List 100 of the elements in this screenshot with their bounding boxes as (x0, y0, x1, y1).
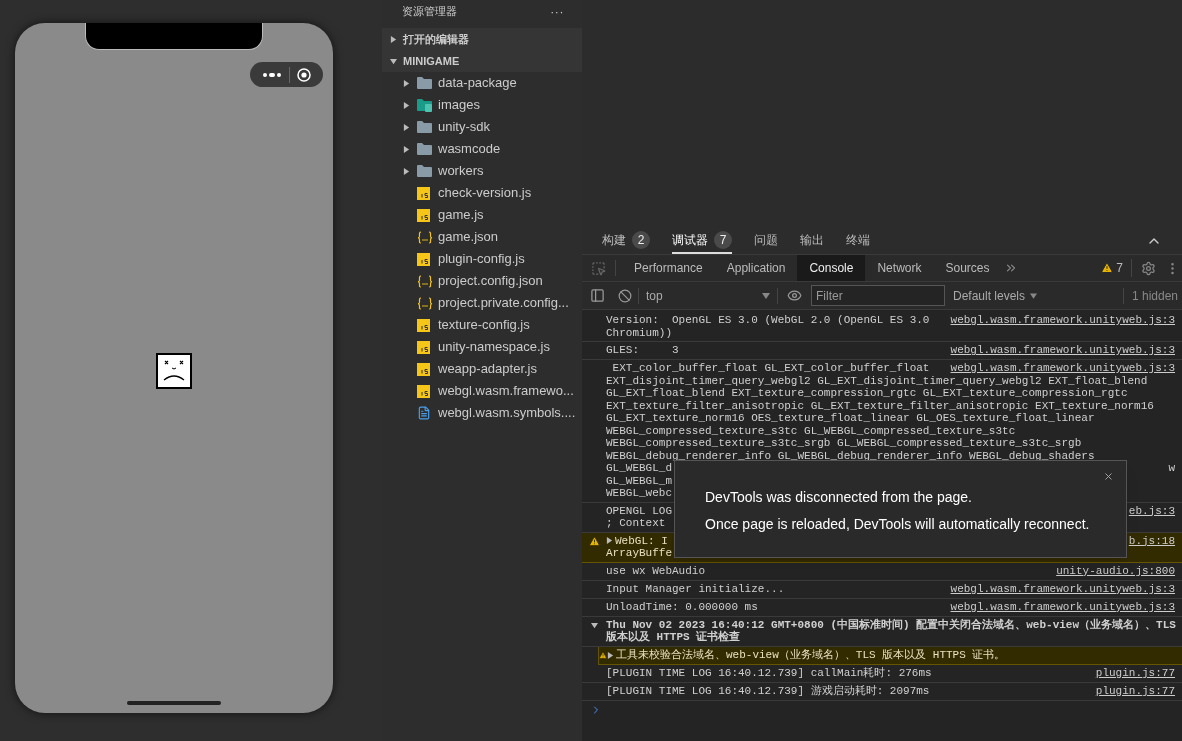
log-text: GL_EXT_texture_norm16 OES_texture_float_linear GL_OES_texture_float_linear (606, 412, 1095, 425)
file-tree-item[interactable]: game.js (382, 204, 582, 226)
source-link[interactable]: b.js:18 (1128, 534, 1175, 547)
file-tree-item[interactable]: webgl.wasm.framewo... (382, 380, 582, 402)
sidebar-toggle-icon[interactable] (590, 288, 605, 303)
collapsed-arrow-icon[interactable] (607, 651, 614, 659)
folder-icon (417, 121, 432, 133)
file-tree-item[interactable]: project.config.json (382, 270, 582, 292)
js-file-icon (417, 318, 430, 332)
settings-icon[interactable] (1141, 260, 1156, 276)
js-file-icon (417, 186, 430, 200)
log-text: GL_WEBGL_m (606, 474, 672, 487)
panel-tab[interactable]: 问题 (754, 228, 778, 254)
section-header[interactable]: MINIGAME (382, 50, 582, 72)
file-tree-item[interactable]: webgl.wasm.symbols.... (382, 402, 582, 424)
file-tree-item[interactable]: plugin-config.js (382, 248, 582, 270)
log-text: [PLUGIN TIME LOG 16:40.12.739] 游戏启动耗时: 2097ms (606, 684, 930, 698)
devtools-tab[interactable]: Performance (622, 255, 715, 281)
panel-tab[interactable]: 构建 2 (602, 228, 650, 254)
source-link[interactable]: plugin.js:77 (1095, 684, 1175, 698)
collapsed-arrow-icon[interactable] (606, 537, 613, 545)
source-link[interactable]: webgl.wasm.framework.unityweb.js:3 (950, 344, 1175, 357)
file-tree-item[interactable]: weapp-adapter.js (382, 358, 582, 380)
collapsed-arrow-icon[interactable] (390, 35, 397, 43)
file-tree-item[interactable]: game.json (382, 226, 582, 248)
source-link[interactable]: webgl.wasm.framework.unityweb.js:3 (950, 600, 1175, 614)
warning-count[interactable]: 7 (1116, 259, 1123, 277)
log-text: use wx WebAudio (606, 564, 706, 578)
filter-field[interactable]: Filter (811, 285, 945, 306)
log-text: EXT_color_buffer_float GL_EXT_color_buffer_float (611, 362, 930, 375)
log-text: WEBGL_compressed_texture_s3tc_srgb GL_WEBGL_compressed_texture_s3tc_srgb (606, 437, 1082, 450)
file-tree-item[interactable]: texture-config.js (382, 314, 582, 336)
section-header[interactable]: 打开的编辑器 (382, 28, 582, 50)
log-text: WEBGL_compressed_texture_s3tc GL_WEBGL_compressed_texture_s3tc (606, 424, 1016, 437)
file-tree-item[interactable]: unity-sdk (382, 116, 582, 138)
json-file-icon (417, 274, 433, 288)
js-file-icon (417, 362, 430, 376)
panel-tab[interactable]: 终端 (846, 228, 870, 254)
log-text: WebGL: I (615, 534, 668, 547)
folder-icon (417, 165, 432, 177)
log-text: Input Manager initialize... (606, 582, 785, 596)
file-tree-item[interactable]: project.private.config... (382, 292, 582, 314)
close-icon[interactable] (1103, 471, 1114, 482)
live-expression-icon[interactable] (787, 288, 802, 303)
inspect-icon[interactable] (591, 260, 606, 276)
expanded-arrow-icon[interactable] (590, 621, 598, 629)
log-text: ArrayBuffe (606, 547, 672, 560)
log-text: GLES: 3 (606, 344, 679, 357)
log-text: 版本以及 HTTPS 证书检查 (606, 631, 741, 644)
source-link[interactable]: webgl.wasm.framework.unityweb.js:3 (950, 314, 1175, 327)
js-file-icon (417, 340, 430, 354)
file-icon (417, 406, 431, 420)
close-circle-icon[interactable] (297, 67, 312, 82)
log-text: WEBGL_debug_renderer_info GL_WEBGL_debug_renderer_info WEBGL_debug_shaders (606, 449, 1095, 462)
clear-console-icon[interactable] (618, 288, 632, 303)
dialog-message: Once page is reloaded, DevTools will automatically reconnect. (705, 516, 1091, 532)
image-folder-icon (417, 98, 432, 112)
devtools-tab[interactable]: Application (714, 255, 798, 281)
file-tree-item[interactable]: unity-namespace.js (382, 336, 582, 358)
js-file-icon (417, 252, 430, 266)
hidden-count: 1 hidden (1131, 287, 1179, 305)
folder-icon (417, 77, 432, 89)
source-link[interactable]: webgl.wasm.framework.unityweb.js:3 (950, 362, 1175, 375)
file-tree-item[interactable]: workers (382, 160, 582, 182)
log-levels-dropdown[interactable]: Default levels (953, 286, 1038, 305)
collapsed-arrow-icon[interactable] (403, 79, 410, 87)
warning-icon (588, 535, 600, 547)
file-tree-item[interactable]: images (382, 94, 582, 116)
source-link[interactable]: eb.js:3 (1128, 504, 1175, 517)
log-text: [PLUGIN TIME LOG 16:40.12.739] callMain耗时: 276ms (606, 666, 932, 680)
log-text: w (1168, 462, 1175, 475)
collapsed-arrow-icon[interactable] (403, 123, 410, 131)
capsule-button[interactable] (250, 62, 323, 87)
log-text: 工具未校验合法域名、web-view（业务域名）、TLS 版本以及 HTTPS 证书。 (616, 648, 1006, 662)
log-text: WEBGL_webc (606, 487, 672, 500)
source-link[interactable]: webgl.wasm.framework.unityweb.js:3 (950, 582, 1175, 596)
sad-face-icon (156, 353, 192, 389)
collapsed-arrow-icon[interactable] (403, 101, 410, 109)
more-icon[interactable] (261, 71, 282, 78)
dropdown-caret-icon (1030, 292, 1038, 299)
js-file-icon (417, 208, 430, 222)
source-link[interactable]: plugin.js:77 (1095, 666, 1175, 680)
dropdown-caret-icon (762, 292, 770, 299)
collapsed-arrow-icon[interactable] (403, 167, 410, 175)
collapsed-arrow-icon[interactable] (403, 145, 410, 153)
panel-tab[interactable]: 输出 (800, 228, 824, 254)
log-text: Thu Nov 02 2023 16:40:12 GMT+0800 (中国标准时间) 配置中关闭合法域名、web-view（业务域名）、TLS (606, 618, 1176, 631)
devtools-tab[interactable]: Console (797, 255, 866, 281)
devtools-tab[interactable]: Network (865, 255, 934, 281)
file-tree-item[interactable]: check-version.js (382, 182, 582, 204)
file-tree-item[interactable]: wasmcode (382, 138, 582, 160)
explorer-title: 资源管理器 (402, 4, 457, 20)
more-actions-button[interactable]: ··· (550, 2, 564, 21)
source-link[interactable]: unity-audio.js:800 (1056, 564, 1175, 578)
file-tree-item[interactable]: data-package (382, 72, 582, 94)
context-select[interactable]: top (639, 286, 777, 305)
js-file-icon (417, 384, 430, 398)
dialog-message: DevTools was disconnected from the page. (705, 489, 973, 505)
devtools-tab[interactable]: Sources (933, 255, 1002, 281)
expanded-arrow-icon[interactable] (390, 57, 397, 65)
